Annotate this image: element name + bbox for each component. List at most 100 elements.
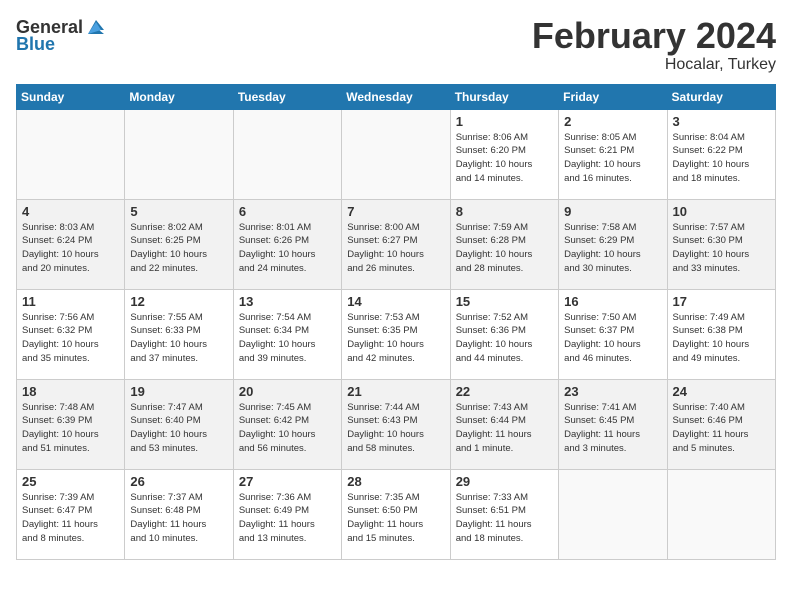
day-number: 7 bbox=[347, 204, 444, 219]
col-sunday: Sunday bbox=[17, 84, 125, 109]
table-row: 11 Sunrise: 7:56 AM Sunset: 6:32 PM Dayli… bbox=[17, 289, 125, 379]
day-info: Sunrise: 7:40 AM Sunset: 6:46 PM Dayligh… bbox=[673, 401, 770, 456]
day-number: 6 bbox=[239, 204, 336, 219]
table-row: 21 Sunrise: 7:44 AM Sunset: 6:43 PM Dayli… bbox=[342, 379, 450, 469]
day-info: Sunrise: 8:02 AM Sunset: 6:25 PM Dayligh… bbox=[130, 221, 227, 276]
day-info: Sunrise: 7:48 AM Sunset: 6:39 PM Dayligh… bbox=[22, 401, 119, 456]
calendar-week-row: 11 Sunrise: 7:56 AM Sunset: 6:32 PM Dayli… bbox=[17, 289, 776, 379]
day-info: Sunrise: 7:36 AM Sunset: 6:49 PM Dayligh… bbox=[239, 491, 336, 546]
table-row: 8Sunrise: 7:59 AM Sunset: 6:28 PM Daylig… bbox=[450, 199, 558, 289]
table-row: 29Sunrise: 7:33 AM Sunset: 6:51 PM Dayli… bbox=[450, 469, 558, 559]
table-row: 7 Sunrise: 8:00 AM Sunset: 6:27 PM Daylig… bbox=[342, 199, 450, 289]
day-number: 16 bbox=[564, 294, 661, 309]
day-info: Sunrise: 7:54 AM Sunset: 6:34 PM Dayligh… bbox=[239, 311, 336, 366]
day-info: Sunrise: 7:58 AM Sunset: 6:29 PM Dayligh… bbox=[564, 221, 661, 276]
day-info: Sunrise: 7:52 AM Sunset: 6:36 PM Dayligh… bbox=[456, 311, 553, 366]
day-number: 24 bbox=[673, 384, 770, 399]
calendar-subtitle: Hocalar, Turkey bbox=[532, 56, 776, 74]
col-thursday: Thursday bbox=[450, 84, 558, 109]
day-number: 11 bbox=[22, 294, 119, 309]
day-info: Sunrise: 7:41 AM Sunset: 6:45 PM Dayligh… bbox=[564, 401, 661, 456]
table-row bbox=[17, 109, 125, 199]
col-saturday: Saturday bbox=[667, 84, 775, 109]
day-number: 20 bbox=[239, 384, 336, 399]
day-info: Sunrise: 7:44 AM Sunset: 6:43 PM Dayligh… bbox=[347, 401, 444, 456]
day-number: 28 bbox=[347, 474, 444, 489]
day-number: 14 bbox=[347, 294, 444, 309]
table-row: 26 Sunrise: 7:37 AM Sunset: 6:48 PM Dayli… bbox=[125, 469, 233, 559]
table-row bbox=[233, 109, 341, 199]
table-row: 4Sunrise: 8:03 AM Sunset: 6:24 PM Daylig… bbox=[17, 199, 125, 289]
day-info: Sunrise: 7:39 AM Sunset: 6:47 PM Dayligh… bbox=[22, 491, 119, 546]
table-row: 24 Sunrise: 7:40 AM Sunset: 6:46 PM Dayli… bbox=[667, 379, 775, 469]
day-info: Sunrise: 7:37 AM Sunset: 6:48 PM Dayligh… bbox=[130, 491, 227, 546]
day-number: 26 bbox=[130, 474, 227, 489]
day-info: Sunrise: 7:33 AM Sunset: 6:51 PM Dayligh… bbox=[456, 491, 553, 546]
table-row: 18 Sunrise: 7:48 AM Sunset: 6:39 PM Dayli… bbox=[17, 379, 125, 469]
day-number: 15 bbox=[456, 294, 553, 309]
logo-icon bbox=[85, 16, 107, 38]
table-row: 20 Sunrise: 7:45 AM Sunset: 6:42 PM Dayli… bbox=[233, 379, 341, 469]
table-row: 5 Sunrise: 8:02 AM Sunset: 6:25 PM Daylig… bbox=[125, 199, 233, 289]
table-row: 9 Sunrise: 7:58 AM Sunset: 6:29 PM Daylig… bbox=[559, 199, 667, 289]
day-number: 18 bbox=[22, 384, 119, 399]
table-row: 14Sunrise: 7:53 AM Sunset: 6:35 PM Dayli… bbox=[342, 289, 450, 379]
table-row bbox=[667, 469, 775, 559]
col-wednesday: Wednesday bbox=[342, 84, 450, 109]
table-row: 23 Sunrise: 7:41 AM Sunset: 6:45 PM Dayli… bbox=[559, 379, 667, 469]
table-row: 28 Sunrise: 7:35 AM Sunset: 6:50 PM Dayli… bbox=[342, 469, 450, 559]
day-number: 8 bbox=[456, 204, 553, 219]
table-row: 6 Sunrise: 8:01 AM Sunset: 6:26 PM Daylig… bbox=[233, 199, 341, 289]
day-info: Sunrise: 7:49 AM Sunset: 6:38 PM Dayligh… bbox=[673, 311, 770, 366]
day-number: 3 bbox=[673, 114, 770, 129]
calendar-week-row: 25Sunrise: 7:39 AM Sunset: 6:47 PM Dayli… bbox=[17, 469, 776, 559]
day-info: Sunrise: 8:06 AM Sunset: 6:20 PM Dayligh… bbox=[456, 131, 553, 186]
day-number: 21 bbox=[347, 384, 444, 399]
day-number: 5 bbox=[130, 204, 227, 219]
day-number: 13 bbox=[239, 294, 336, 309]
day-info: Sunrise: 8:00 AM Sunset: 6:27 PM Dayligh… bbox=[347, 221, 444, 276]
col-monday: Monday bbox=[125, 84, 233, 109]
day-number: 17 bbox=[673, 294, 770, 309]
day-info: Sunrise: 8:05 AM Sunset: 6:21 PM Dayligh… bbox=[564, 131, 661, 186]
title-block: February 2024 Hocalar, Turkey bbox=[532, 16, 776, 74]
table-row: 19 Sunrise: 7:47 AM Sunset: 6:40 PM Dayli… bbox=[125, 379, 233, 469]
day-info: Sunrise: 7:47 AM Sunset: 6:40 PM Dayligh… bbox=[130, 401, 227, 456]
day-info: Sunrise: 8:01 AM Sunset: 6:26 PM Dayligh… bbox=[239, 221, 336, 276]
calendar-week-row: 18 Sunrise: 7:48 AM Sunset: 6:39 PM Dayli… bbox=[17, 379, 776, 469]
day-number: 27 bbox=[239, 474, 336, 489]
day-number: 19 bbox=[130, 384, 227, 399]
logo-blue: Blue bbox=[16, 34, 55, 55]
day-info: Sunrise: 7:45 AM Sunset: 6:42 PM Dayligh… bbox=[239, 401, 336, 456]
day-info: Sunrise: 7:55 AM Sunset: 6:33 PM Dayligh… bbox=[130, 311, 227, 366]
table-row: 13 Sunrise: 7:54 AM Sunset: 6:34 PM Dayli… bbox=[233, 289, 341, 379]
calendar-header-row: Sunday Monday Tuesday Wednesday Thursday… bbox=[17, 84, 776, 109]
day-number: 1 bbox=[456, 114, 553, 129]
table-row bbox=[342, 109, 450, 199]
table-row bbox=[125, 109, 233, 199]
day-number: 4 bbox=[22, 204, 119, 219]
col-tuesday: Tuesday bbox=[233, 84, 341, 109]
day-info: Sunrise: 7:56 AM Sunset: 6:32 PM Dayligh… bbox=[22, 311, 119, 366]
table-row: 17 Sunrise: 7:49 AM Sunset: 6:38 PM Dayli… bbox=[667, 289, 775, 379]
day-info: Sunrise: 8:04 AM Sunset: 6:22 PM Dayligh… bbox=[673, 131, 770, 186]
table-row: 22Sunrise: 7:43 AM Sunset: 6:44 PM Dayli… bbox=[450, 379, 558, 469]
day-number: 9 bbox=[564, 204, 661, 219]
day-info: Sunrise: 7:35 AM Sunset: 6:50 PM Dayligh… bbox=[347, 491, 444, 546]
col-friday: Friday bbox=[559, 84, 667, 109]
day-number: 10 bbox=[673, 204, 770, 219]
table-row: 2Sunrise: 8:05 AM Sunset: 6:21 PM Daylig… bbox=[559, 109, 667, 199]
table-row: 25Sunrise: 7:39 AM Sunset: 6:47 PM Dayli… bbox=[17, 469, 125, 559]
day-info: Sunrise: 7:43 AM Sunset: 6:44 PM Dayligh… bbox=[456, 401, 553, 456]
logo: General Blue bbox=[16, 16, 107, 55]
table-row: 16Sunrise: 7:50 AM Sunset: 6:37 PM Dayli… bbox=[559, 289, 667, 379]
calendar-table: Sunday Monday Tuesday Wednesday Thursday… bbox=[16, 84, 776, 560]
day-number: 23 bbox=[564, 384, 661, 399]
table-row: 12Sunrise: 7:55 AM Sunset: 6:33 PM Dayli… bbox=[125, 289, 233, 379]
day-info: Sunrise: 7:57 AM Sunset: 6:30 PM Dayligh… bbox=[673, 221, 770, 276]
table-row: 15 Sunrise: 7:52 AM Sunset: 6:36 PM Dayli… bbox=[450, 289, 558, 379]
table-row bbox=[559, 469, 667, 559]
page-header: General Blue February 2024 Hocalar, Turk… bbox=[16, 16, 776, 74]
calendar-title: February 2024 bbox=[532, 16, 776, 56]
calendar-week-row: 1 Sunrise: 8:06 AM Sunset: 6:20 PM Daylig… bbox=[17, 109, 776, 199]
